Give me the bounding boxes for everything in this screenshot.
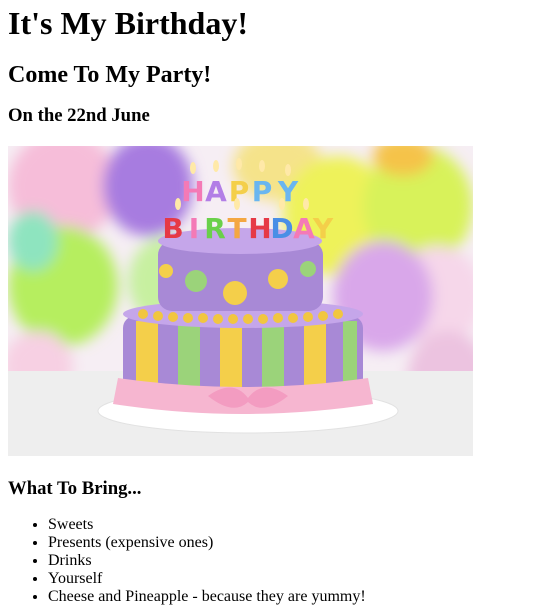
svg-text:T: T bbox=[227, 212, 246, 245]
cake-illustration: H A P P Y B I R T H D A Y bbox=[8, 146, 473, 456]
svg-text:A: A bbox=[293, 212, 315, 245]
list-item: Yourself bbox=[48, 570, 552, 588]
party-subtitle: Come To My Party! bbox=[8, 62, 212, 88]
list-item: Presents (expensive ones) bbox=[48, 534, 552, 552]
bring-list: Sweets Presents (expensive ones) Drinks … bbox=[8, 516, 552, 606]
svg-text:H: H bbox=[181, 175, 204, 208]
birthday-cake-image: H A P P Y B I R T H D A Y bbox=[8, 146, 473, 456]
svg-text:H: H bbox=[248, 212, 271, 245]
svg-text:D: D bbox=[270, 212, 293, 245]
list-item: Drinks bbox=[48, 552, 552, 570]
list-item: Sweets bbox=[48, 516, 552, 534]
list-item: Cheese and Pineapple - because they are … bbox=[48, 588, 552, 606]
page: It's My Birthday! Come To My Party! On t… bbox=[0, 0, 560, 606]
svg-text:B: B bbox=[162, 212, 183, 245]
svg-text:R: R bbox=[204, 212, 226, 245]
svg-text:Y: Y bbox=[312, 212, 334, 245]
svg-text:P: P bbox=[252, 175, 273, 208]
bring-heading: What To Bring... bbox=[8, 478, 142, 499]
svg-text:A: A bbox=[205, 175, 227, 208]
page-title: It's My Birthday! bbox=[8, 5, 248, 41]
party-date: On the 22nd June bbox=[8, 105, 150, 126]
svg-text:I: I bbox=[189, 212, 199, 245]
